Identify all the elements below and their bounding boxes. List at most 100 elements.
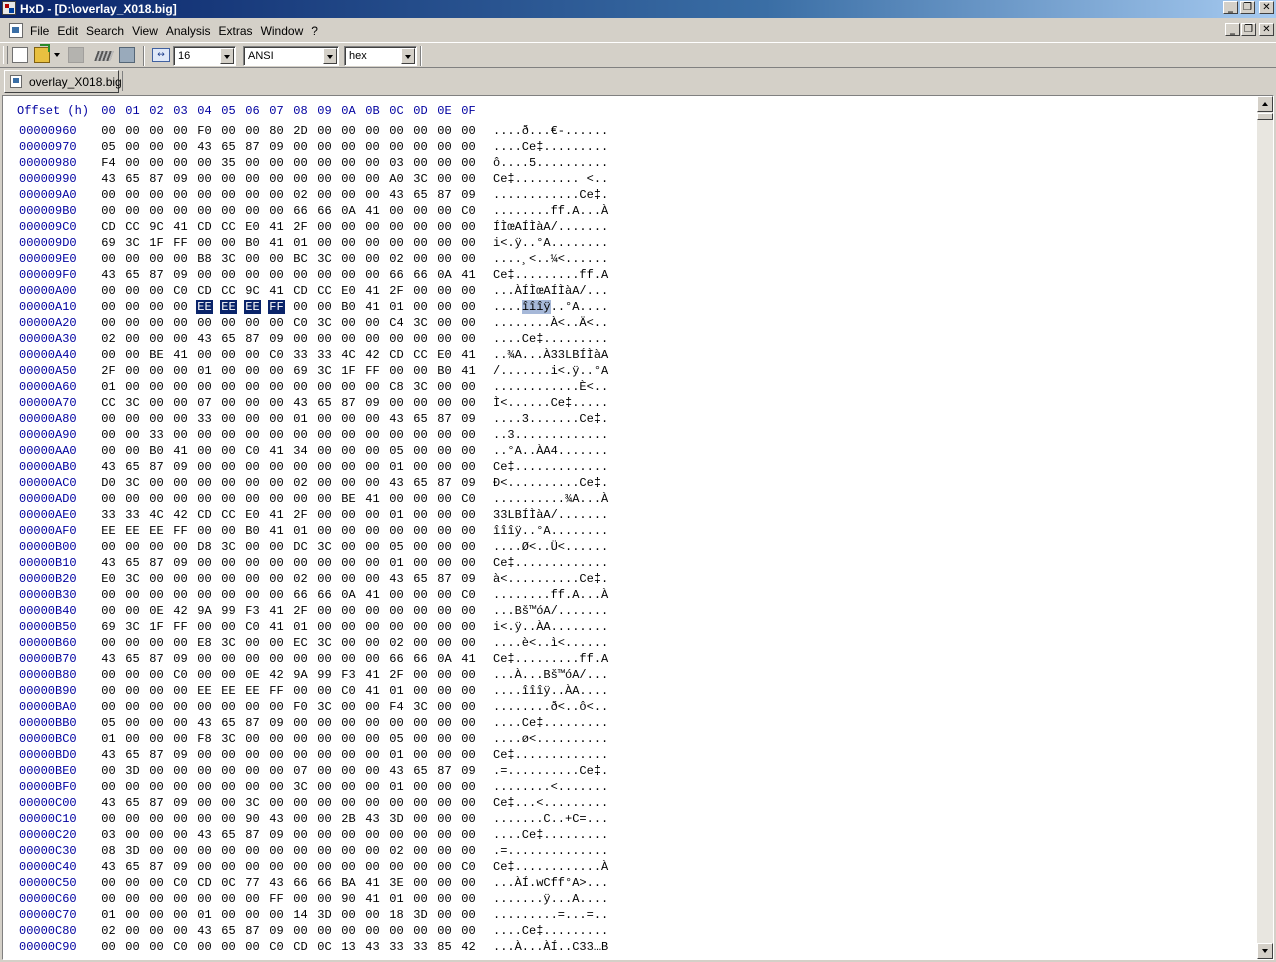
row-ascii[interactable]: ............È<.. [493, 380, 608, 394]
hex-byte[interactable]: 00 [292, 140, 309, 154]
hex-byte[interactable]: 3C [412, 380, 429, 394]
hex-byte[interactable]: 00 [244, 780, 261, 794]
hex-byte[interactable]: 00 [460, 748, 477, 762]
hex-byte[interactable]: 00 [220, 940, 237, 954]
hex-byte[interactable]: 09 [172, 172, 189, 186]
hex-byte[interactable]: 00 [148, 780, 165, 794]
hex-byte[interactable]: 09 [172, 556, 189, 570]
hex-byte[interactable]: 00 [460, 876, 477, 890]
hex-byte[interactable]: 00 [460, 172, 477, 186]
bytes-per-row-select[interactable]: 16 [173, 46, 236, 66]
hex-byte[interactable]: 01 [100, 908, 117, 922]
hex-byte[interactable]: 00 [340, 140, 357, 154]
hex-byte[interactable]: 00 [412, 460, 429, 474]
hex-byte[interactable]: 00 [220, 460, 237, 474]
hex-byte[interactable]: 00 [340, 620, 357, 634]
hex-byte[interactable]: CD [196, 876, 213, 890]
hex-byte[interactable]: 43 [388, 476, 405, 490]
hex-byte[interactable]: 0C [316, 940, 333, 954]
hex-byte[interactable]: 41 [364, 892, 381, 906]
hex-byte[interactable]: 00 [124, 412, 141, 426]
hex-byte[interactable]: 00 [388, 220, 405, 234]
hex-byte[interactable]: 01 [100, 732, 117, 746]
hex-byte[interactable]: 00 [364, 332, 381, 346]
hex-byte[interactable]: 00 [340, 652, 357, 666]
hex-byte[interactable]: 00 [340, 316, 357, 330]
hex-byte[interactable]: 00 [220, 812, 237, 826]
hex-byte[interactable]: 00 [340, 796, 357, 810]
hex-byte[interactable]: 00 [292, 332, 309, 346]
hex-byte[interactable]: 3E [388, 876, 405, 890]
hex-byte[interactable]: 00 [220, 396, 237, 410]
hex-byte[interactable]: 00 [316, 508, 333, 522]
hex-byte[interactable]: 00 [460, 524, 477, 538]
hex-byte[interactable]: 00 [172, 684, 189, 698]
hex-byte[interactable]: 66 [292, 876, 309, 890]
hex-byte[interactable]: 00 [364, 476, 381, 490]
hex-byte[interactable]: 43 [100, 268, 117, 282]
hex-byte[interactable]: 65 [124, 796, 141, 810]
row-ascii[interactable]: ..........¾A...À [493, 492, 608, 506]
hex-byte[interactable]: 00 [268, 636, 285, 650]
hex-byte[interactable]: 00 [316, 524, 333, 538]
hex-byte[interactable]: 00 [460, 924, 477, 938]
hex-byte[interactable]: 00 [340, 252, 357, 266]
hex-byte[interactable]: 3C [220, 540, 237, 554]
hex-byte[interactable]: CD [196, 220, 213, 234]
hex-byte[interactable]: 43 [196, 828, 213, 842]
hex-byte[interactable]: E0 [244, 508, 261, 522]
row-ascii[interactable]: îîîÿ..°A........ [493, 524, 608, 538]
hex-byte[interactable]: 00 [196, 860, 213, 874]
hex-byte[interactable]: 00 [220, 908, 237, 922]
hex-byte[interactable]: 13 [340, 940, 357, 954]
hex-byte[interactable]: 02 [100, 332, 117, 346]
new-file-icon[interactable] [12, 47, 28, 63]
hex-byte[interactable]: 00 [196, 844, 213, 858]
hex-byte[interactable]: 01 [388, 460, 405, 474]
hex-byte[interactable]: 00 [100, 348, 117, 362]
hex-byte[interactable]: 00 [100, 428, 117, 442]
hex-byte[interactable]: 00 [460, 332, 477, 346]
open-disk-icon[interactable] [119, 47, 135, 63]
hex-byte[interactable]: 00 [460, 380, 477, 394]
hex-byte[interactable]: 00 [172, 396, 189, 410]
menu-view[interactable]: View [132, 24, 158, 38]
hex-byte[interactable]: 87 [148, 652, 165, 666]
hex-byte[interactable]: 00 [172, 412, 189, 426]
hex-byte[interactable]: 00 [148, 540, 165, 554]
hex-byte[interactable]: 00 [316, 444, 333, 458]
hex-byte[interactable]: 00 [364, 316, 381, 330]
hex-byte[interactable]: 00 [340, 508, 357, 522]
hex-byte[interactable]: 00 [388, 124, 405, 138]
ascii-selection[interactable]: îîîÿ [521, 300, 551, 314]
hex-byte[interactable]: 00 [460, 620, 477, 634]
hex-byte[interactable]: 00 [412, 668, 429, 682]
hex-byte[interactable]: 87 [148, 860, 165, 874]
hex-byte[interactable]: 3C [220, 732, 237, 746]
minimize-button[interactable]: _ [1223, 1, 1238, 14]
row-ascii[interactable]: ....Ce‡......... [493, 716, 608, 730]
hex-byte[interactable]: 00 [124, 588, 141, 602]
hex-byte[interactable]: FF [172, 524, 189, 538]
hex-byte[interactable]: 00 [100, 540, 117, 554]
hex-byte[interactable]: 65 [124, 652, 141, 666]
hex-byte[interactable]: 09 [268, 140, 285, 154]
hex-byte[interactable]: 00 [244, 172, 261, 186]
hex-byte[interactable]: 43 [364, 812, 381, 826]
hex-byte[interactable]: 43 [292, 396, 309, 410]
hex-byte[interactable]: 00 [460, 668, 477, 682]
hex-byte[interactable]: 00 [388, 604, 405, 618]
hex-byte[interactable]: 00 [412, 428, 429, 442]
hex-byte[interactable]: 00 [124, 540, 141, 554]
hex-byte[interactable]: 00 [340, 412, 357, 426]
hex-byte[interactable]: 00 [364, 716, 381, 730]
hex-byte[interactable]: 00 [460, 284, 477, 298]
hex-byte[interactable]: 65 [124, 172, 141, 186]
row-ascii[interactable]: Ce‡............. [493, 748, 608, 762]
hex-byte[interactable]: 00 [148, 316, 165, 330]
hex-byte[interactable]: 00 [124, 156, 141, 170]
hex-byte[interactable]: 00 [196, 492, 213, 506]
hex-byte[interactable]: 00 [124, 700, 141, 714]
hex-byte[interactable]: 66 [292, 204, 309, 218]
hxd-app-icon[interactable] [2, 1, 16, 15]
